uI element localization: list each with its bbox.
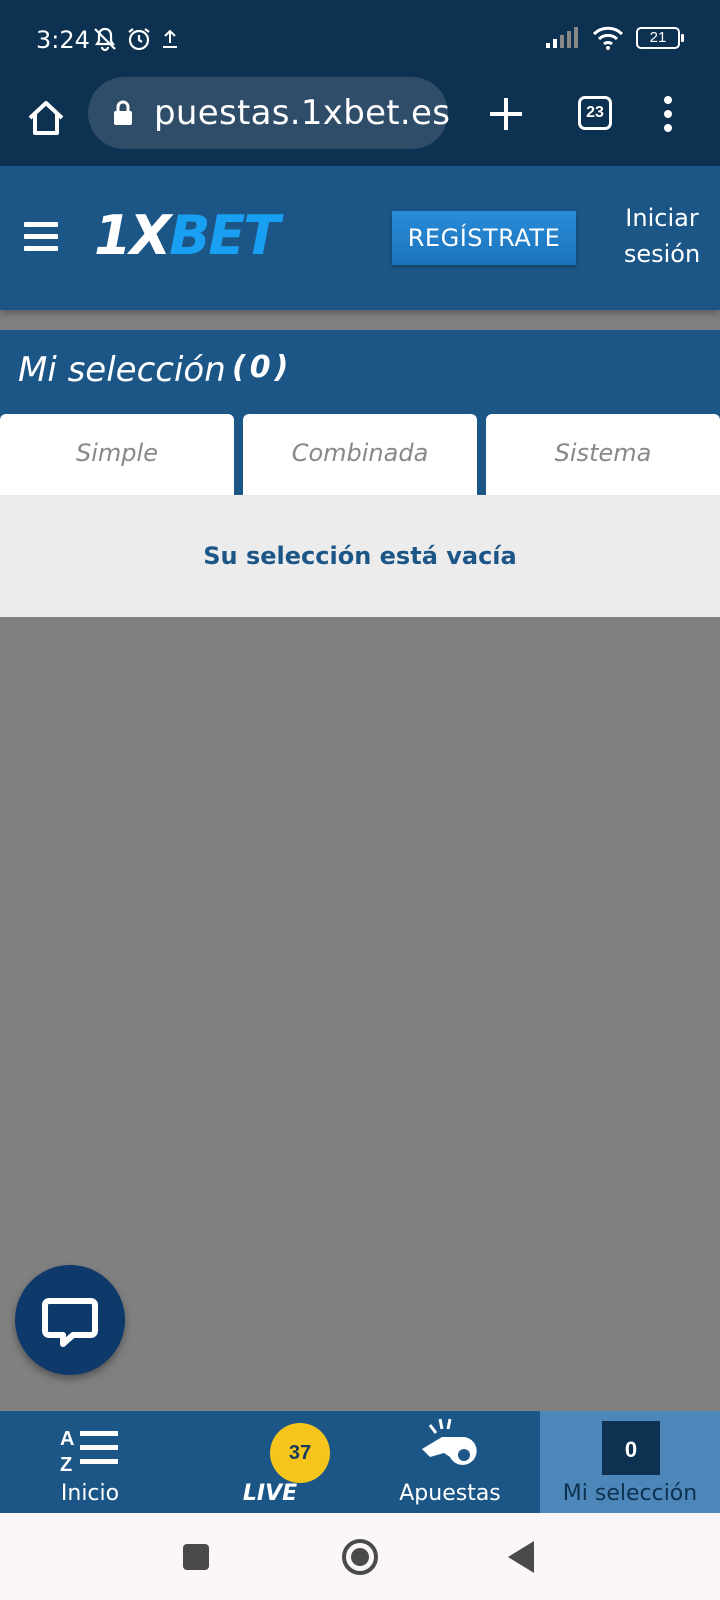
empty-selection-box: Su selección está vacía xyxy=(0,495,720,617)
logo-part-1x: 1X xyxy=(94,204,171,267)
wifi-icon xyxy=(592,26,624,50)
status-bar: 3:24 21 xyxy=(0,0,720,76)
battery-indicator: 21 xyxy=(636,27,684,49)
ticket-icon: 0 xyxy=(602,1421,660,1475)
login-link[interactable]: Iniciar sesión xyxy=(612,200,712,272)
az-list-icon: A Z xyxy=(60,1428,118,1475)
login-label-line2: sesión xyxy=(623,240,701,268)
hamburger-menu-icon[interactable] xyxy=(24,222,58,252)
status-left-icons xyxy=(92,26,180,52)
logo-part-bet: BET xyxy=(169,204,280,267)
nav-mi-seleccion-label: Mi selección xyxy=(562,1481,698,1506)
empty-selection-message: Su selección está vacía xyxy=(203,542,517,570)
login-label-line1: Iniciar xyxy=(625,204,699,232)
live-count-badge: 37 xyxy=(270,1423,330,1483)
bet-type-tabs: Simple Combinada Sistema xyxy=(0,414,720,495)
alarm-icon xyxy=(128,28,150,51)
url-text: puestas.1xbet.es xyxy=(154,93,451,133)
bet-slip-panel: Mi selección (0) Simple Combinada Sistem… xyxy=(0,330,720,495)
nav-live[interactable]: 37 LIVE xyxy=(180,1411,360,1513)
bottom-navigation: A Z Inicio 37 LIVE Apuestas 0 Mi selecci… xyxy=(0,1411,720,1513)
svg-text:A: A xyxy=(60,1428,74,1450)
recents-icon[interactable] xyxy=(182,1543,210,1571)
nav-inicio[interactable]: A Z Inicio xyxy=(0,1411,180,1513)
status-right-icons: 21 xyxy=(544,26,684,50)
nav-mi-seleccion[interactable]: 0 Mi selección xyxy=(540,1411,720,1513)
site-header: 1XBET REGÍSTRATE Iniciar sesión xyxy=(0,166,720,310)
bet-slip-title: Mi selección xyxy=(18,350,226,390)
svg-text:Z: Z xyxy=(60,1454,72,1475)
whistle-icon xyxy=(422,1418,477,1465)
tab-switcher-button[interactable]: 23 xyxy=(578,96,612,130)
notifications-off-icon xyxy=(94,27,116,52)
chat-bubble-icon xyxy=(42,1298,98,1347)
signal-icon xyxy=(546,27,578,48)
nav-apuestas-label: Apuestas xyxy=(399,1481,501,1506)
tab-sistema[interactable]: Sistema xyxy=(486,414,720,495)
1xbet-logo[interactable]: 1XBET xyxy=(94,204,280,267)
nav-inicio-label: Inicio xyxy=(60,1481,120,1506)
bet-slip-count: (0) xyxy=(232,350,293,385)
more-options-icon[interactable] xyxy=(660,94,676,134)
nav-apuestas[interactable]: Apuestas xyxy=(360,1411,540,1513)
status-time: 3:24 xyxy=(36,26,90,54)
browser-toolbar: puestas.1xbet.es 23 xyxy=(0,76,720,166)
tab-simple[interactable]: Simple xyxy=(0,414,234,495)
upload-icon xyxy=(163,29,177,48)
new-tab-icon[interactable] xyxy=(486,94,526,134)
back-icon[interactable] xyxy=(506,1539,536,1575)
address-bar[interactable]: puestas.1xbet.es xyxy=(88,77,451,149)
lock-icon xyxy=(114,100,132,125)
system-navigation-bar xyxy=(0,1513,720,1600)
nav-live-label: LIVE xyxy=(242,1481,298,1506)
register-button[interactable]: REGÍSTRATE xyxy=(392,211,576,265)
tab-combinada[interactable]: Combinada xyxy=(243,414,477,495)
home-icon[interactable] xyxy=(24,96,68,140)
chat-button[interactable] xyxy=(15,1265,125,1375)
home-nav-icon[interactable] xyxy=(340,1537,380,1577)
